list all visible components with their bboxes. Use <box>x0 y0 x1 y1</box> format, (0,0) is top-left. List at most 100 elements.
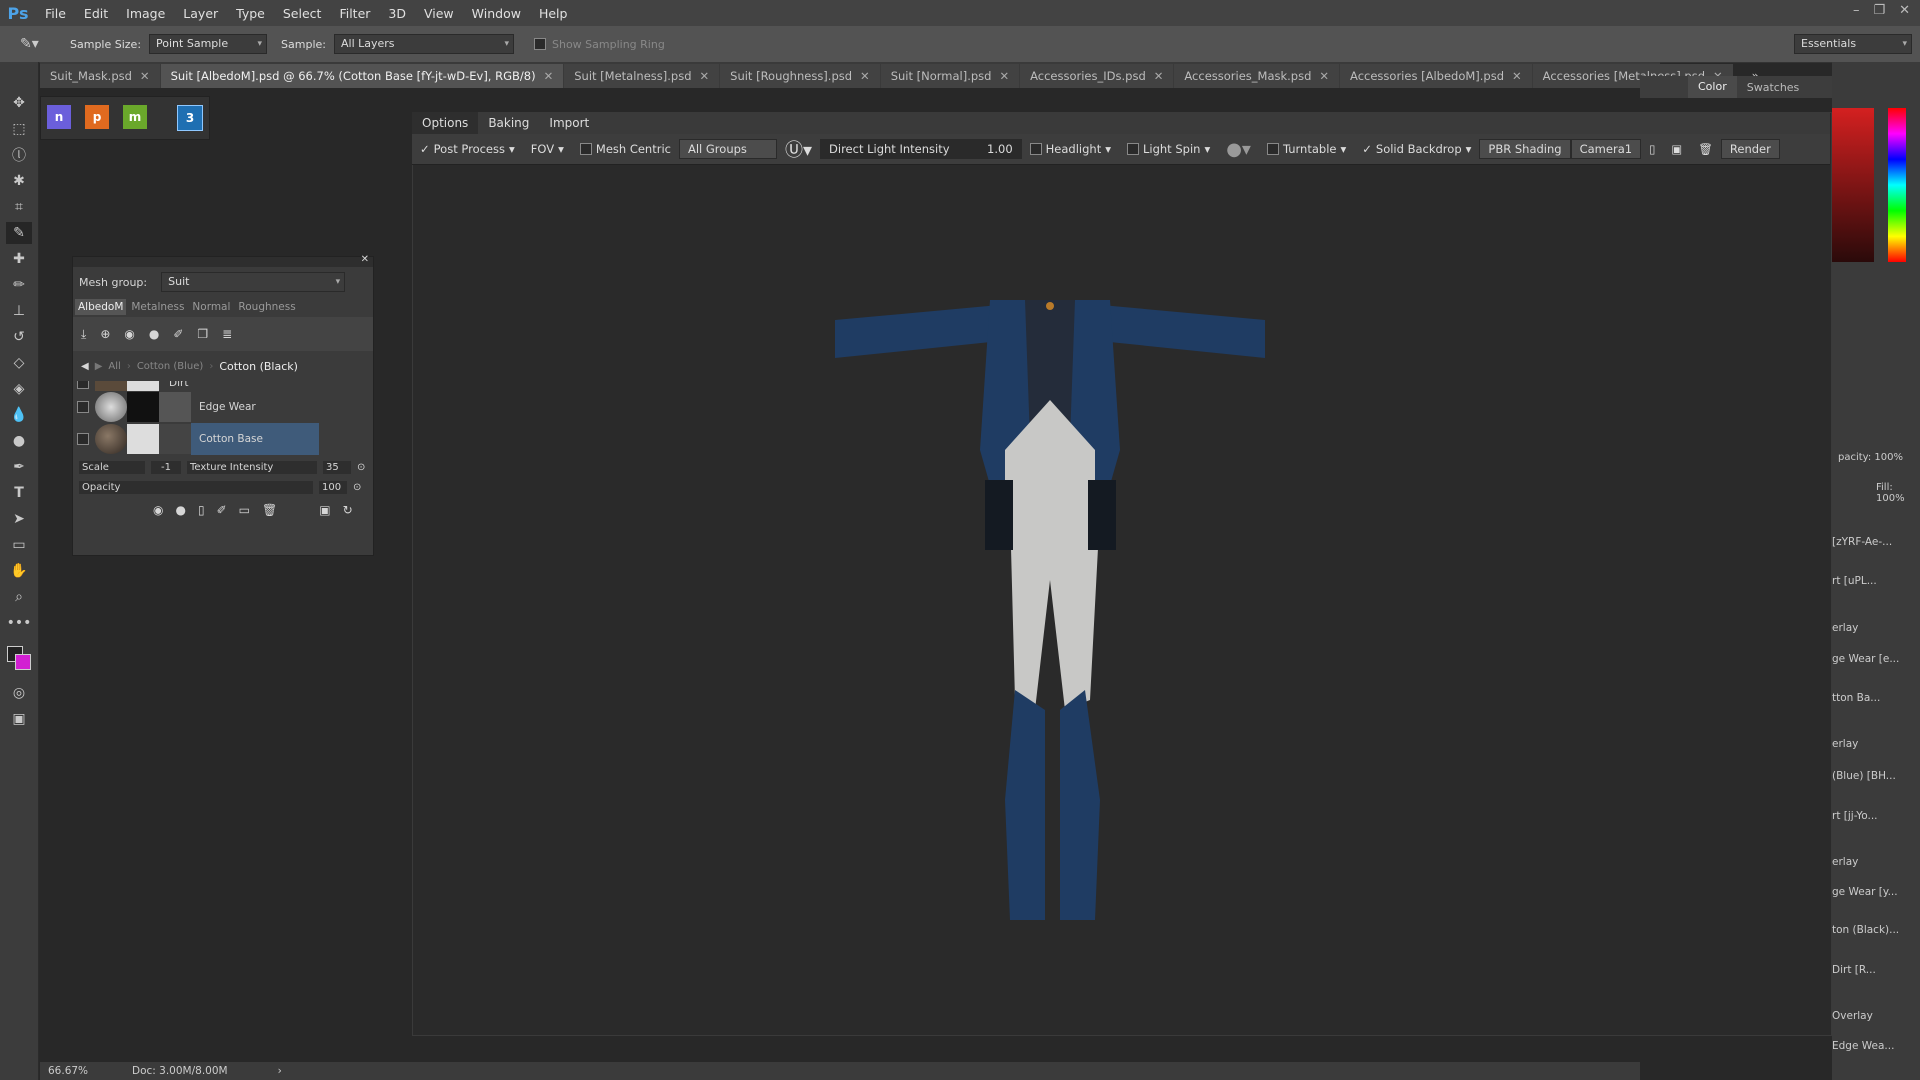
tab-baking[interactable]: Baking <box>478 116 539 130</box>
sample-size-select[interactable]: Point Sample <box>149 34 268 54</box>
close-icon[interactable]: ✕ <box>1154 69 1164 83</box>
render-button[interactable]: Render <box>1720 139 1780 159</box>
history-brush-icon[interactable]: ↺ <box>6 326 32 348</box>
quick-mask-icon[interactable]: ◎ <box>6 682 32 704</box>
close-icon[interactable]: ✕ <box>700 69 710 83</box>
opacity-value[interactable]: 100% <box>1874 452 1903 463</box>
tab-albedom[interactable]: AlbedoM <box>75 299 127 315</box>
mesh-group-select[interactable]: Suit <box>161 272 346 292</box>
reset-icon[interactable]: ⊙ <box>353 482 361 493</box>
scale-input[interactable]: -1 <box>151 460 181 474</box>
rectangle-tool-icon[interactable]: ▭ <box>6 534 32 556</box>
eyedropper-tool-icon[interactable]: ✎▾ <box>20 36 50 52</box>
list-item[interactable]: tton Ba... <box>1832 692 1902 704</box>
tab-swatches[interactable]: Swatches <box>1737 81 1810 94</box>
close-icon[interactable]: ✕ <box>1319 69 1329 83</box>
brush-tool-icon[interactable]: ✏ <box>6 274 32 296</box>
breadcrumb-all[interactable]: All <box>108 361 120 372</box>
doc-tab-active[interactable]: Suit [AlbedoM].psd @ 66.7% (Cotton Base … <box>160 64 564 88</box>
list-item[interactable]: Edge Wea... <box>1832 1040 1902 1052</box>
menu-edit[interactable]: Edit <box>75 6 117 21</box>
list-item[interactable]: erlay <box>1832 738 1902 750</box>
tab-metalness[interactable]: Metalness <box>128 299 187 315</box>
move-tool-icon[interactable]: ✥ <box>6 92 32 114</box>
back-arrow-icon[interactable]: ◀ <box>81 361 89 372</box>
menu-layer[interactable]: Layer <box>174 6 227 21</box>
fill-icon[interactable]: ● <box>175 503 185 517</box>
screen-mode-icon[interactable]: ▣ <box>6 708 32 730</box>
add-material-icon[interactable]: ◉ <box>124 327 134 341</box>
menu-select[interactable]: Select <box>274 6 331 21</box>
texture-intensity-input[interactable]: 35 <box>323 460 351 474</box>
list-item[interactable]: erlay <box>1832 622 1902 634</box>
hue-slider[interactable] <box>1888 108 1906 262</box>
reset-icon[interactable]: ⊙ <box>357 462 365 473</box>
eraser-tool-icon[interactable]: ◇ <box>6 352 32 374</box>
minimize-icon[interactable]: – <box>1853 3 1860 18</box>
opacity-input[interactable]: 100 <box>319 480 347 494</box>
tab-roughness[interactable]: Roughness <box>235 299 298 315</box>
doc-tab[interactable]: Accessories [AlbedoM].psd ✕ <box>1340 64 1532 88</box>
list-item[interactable]: rt [jj-Yo... <box>1832 810 1902 822</box>
light-spin-toggle[interactable]: Light Spin ▾ <box>1119 142 1218 156</box>
list-item[interactable]: Cotton Base <box>73 423 373 455</box>
breadcrumb-cotton-blue[interactable]: Cotton (Blue) <box>137 361 204 372</box>
post-process-toggle[interactable]: ✓ Post Process ▾ <box>412 142 523 156</box>
save-icon[interactable]: ▣ <box>319 503 330 517</box>
chevron-right-icon[interactable]: › <box>278 1065 282 1077</box>
list-item[interactable]: ton (Black)... <box>1832 924 1902 936</box>
blur-tool-icon[interactable]: 💧 <box>6 404 32 426</box>
tab-options[interactable]: Options <box>412 112 479 134</box>
headlight-toggle[interactable]: Headlight ▾ <box>1022 142 1119 156</box>
trash-icon[interactable]: 🗑 <box>1690 142 1721 156</box>
unreal-logo-icon[interactable]: Ⓤ▾ <box>777 136 820 162</box>
list-item[interactable]: Dirt [R... <box>1832 964 1902 976</box>
turntable-toggle[interactable]: Turntable ▾ <box>1259 142 1354 156</box>
light-intensity-field[interactable]: Direct Light Intensity <box>820 139 979 159</box>
zoom-level[interactable]: 66.67% <box>48 1065 118 1077</box>
color-spectrum[interactable] <box>1832 108 1874 262</box>
shading-dropdown[interactable]: PBR Shading <box>1479 139 1571 159</box>
paint-bucket-icon[interactable]: ◈ <box>6 378 32 400</box>
zoom-tool-icon[interactable]: ⌕ <box>6 586 32 608</box>
menu-3d[interactable]: 3D <box>379 6 415 21</box>
import-icon[interactable]: ⤓ <box>81 327 86 342</box>
restore-icon[interactable]: ❐ <box>1873 3 1885 18</box>
close-icon[interactable]: ✕ <box>140 69 150 83</box>
list-item[interactable]: Overlay <box>1832 1010 1902 1022</box>
menu-type[interactable]: Type <box>227 6 274 21</box>
doc-tab[interactable]: Suit [Metalness].psd ✕ <box>564 64 720 88</box>
close-icon[interactable]: ✕ <box>999 69 1009 83</box>
solid-backdrop-toggle[interactable]: ✓ Solid Backdrop ▾ <box>1354 142 1479 156</box>
hand-tool-icon[interactable]: ✋ <box>6 560 32 582</box>
list-item[interactable]: [zYRF-Ae-... <box>1832 536 1902 548</box>
list-item[interactable]: erlay <box>1832 856 1902 868</box>
menu-image[interactable]: Image <box>117 6 174 21</box>
fov-dropdown[interactable]: FOV ▾ <box>523 142 572 156</box>
trash-icon[interactable]: 🗑 <box>262 503 277 517</box>
copy-icon[interactable]: ❐ <box>197 327 208 341</box>
menu-filter[interactable]: Filter <box>330 6 379 21</box>
breadcrumb-cotton-black[interactable]: Cotton (Black) <box>219 360 298 373</box>
close-icon[interactable]: ✕ <box>860 69 870 83</box>
close-icon[interactable]: ✕ <box>1899 3 1910 18</box>
environment-sphere-icon[interactable]: ●▾ <box>1218 139 1259 160</box>
lasso-tool-icon[interactable]: ⓛ <box>6 144 32 166</box>
close-icon[interactable]: ✕ <box>544 69 554 83</box>
tab-color[interactable]: Color <box>1688 76 1737 98</box>
fill-value[interactable]: 100% <box>1876 493 1905 504</box>
mesh-centric-toggle[interactable]: Mesh Centric <box>572 142 679 156</box>
list-item[interactable]: Dirt <box>73 381 373 391</box>
doc-tab[interactable]: Suit_Mask.psd ✕ <box>40 64 160 88</box>
doc-tab[interactable]: Accessories_Mask.psd ✕ <box>1174 64 1340 88</box>
file-icon[interactable]: ▯ <box>198 503 205 517</box>
close-icon[interactable]: ✕ <box>361 254 369 265</box>
plugin-n-icon[interactable]: n <box>47 105 71 129</box>
brush-icon[interactable]: ✐ <box>173 327 183 341</box>
menu-view[interactable]: View <box>415 6 463 21</box>
doc-tab[interactable]: Accessories_IDs.psd ✕ <box>1020 64 1174 88</box>
close-icon[interactable]: ✕ <box>1512 69 1522 83</box>
eyedropper-tool-icon[interactable]: ✎ <box>6 222 32 244</box>
sphere-icon[interactable]: ● <box>149 327 159 341</box>
light-intensity-value[interactable]: 1.00 <box>978 139 1022 159</box>
